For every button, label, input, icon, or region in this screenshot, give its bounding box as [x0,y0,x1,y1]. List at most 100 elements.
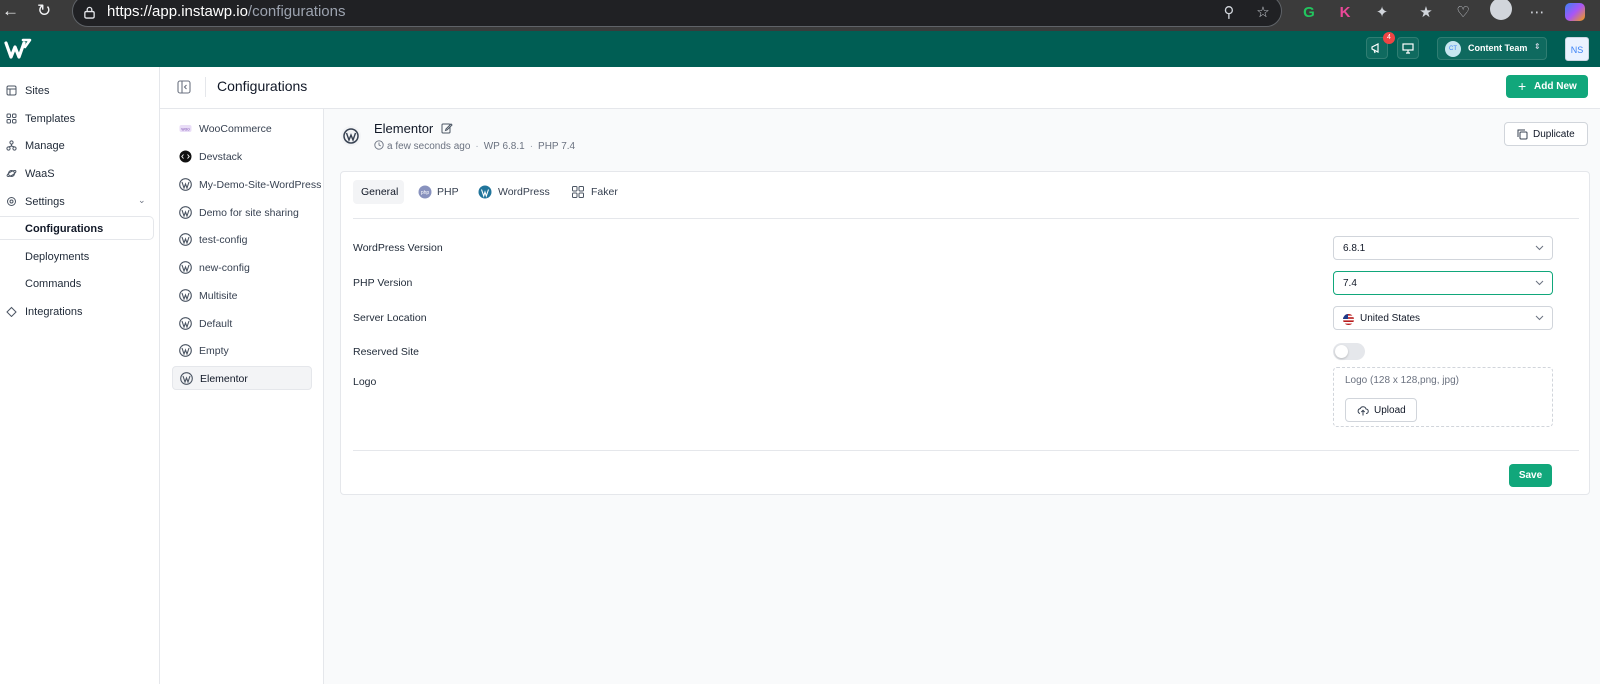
sidebar-item-commands[interactable]: Commands [0,272,154,296]
tab-general[interactable]: General [353,180,404,204]
sidebar-item-configurations[interactable]: Configurations [0,216,154,240]
lock-icon [84,6,95,19]
config-item-new-config[interactable]: new-config [172,256,312,280]
tab-php[interactable]: php PHP [418,180,463,204]
sidebar-item-sites[interactable]: Sites [0,79,154,103]
copilot-icon[interactable] [1565,3,1585,21]
presentation-icon [1402,43,1414,54]
chevron-down-icon [1535,245,1544,251]
config-item-woocommerce[interactable]: woo WooCommerce [172,117,312,141]
notification-badge: 4 [1383,32,1395,44]
announcements-button[interactable]: 4 [1366,32,1395,59]
config-item-default[interactable]: Default [172,312,312,336]
php-version-select[interactable]: 7.4 [1333,271,1553,295]
instawp-logo[interactable] [4,37,32,61]
browser-toolbar: ← ↻ https://app.instawp.io/configuration… [0,0,1600,31]
more-icon[interactable]: ⋯ [1527,3,1547,23]
svg-text:woo: woo [181,126,190,131]
chevron-updown-icon: ⇕ [1534,42,1541,51]
server-location-label: Server Location [353,312,427,324]
save-button[interactable]: Save [1509,464,1552,487]
app-header: 4 CT Content Team ⇕ NS [0,31,1600,67]
sidebar-item-deployments[interactable]: Deployments [0,245,154,269]
sidebar-item-waas[interactable]: WaaS [0,162,154,186]
wordpress-icon [179,233,192,246]
main-sidebar: Sites Templates Manage WaaS Settings ⌄ C… [0,67,160,684]
profile-icon[interactable] [1490,0,1512,20]
sidebar-item-templates[interactable]: Templates [0,107,154,131]
chevron-down-icon [1535,280,1544,286]
sidebar-item-integrations[interactable]: Integrations [0,300,154,324]
puzzle-icon[interactable]: ✦ [1372,3,1392,23]
divider [353,218,1579,219]
page-header: Configurations + Add New [160,67,1600,109]
settings-gear-icon [7,197,16,206]
configuration-detail: Elementor a few seconds ago · WP 6.8.1 · PHP… [324,109,1600,684]
star-icon[interactable]: ☆ [1253,3,1273,23]
presentation-button[interactable] [1397,37,1419,59]
php-icon: php [418,185,432,199]
health-icon[interactable]: ♡ [1453,3,1473,23]
back-arrow-icon[interactable]: ← [2,2,19,20]
wordpress-blue-icon [478,185,492,199]
cloud-upload-icon [1357,406,1369,416]
configuration-list: woo WooCommerce Devstack My-Demo-Site-Wo… [160,109,324,684]
grammarly-icon[interactable]: G [1299,3,1319,23]
chevron-down-icon [1535,315,1544,321]
integrations-icon [6,306,17,317]
team-switcher[interactable]: CT Content Team ⇕ [1437,37,1547,60]
wordpress-icon [180,372,193,385]
configuration-title: Elementor [374,121,434,136]
config-item-elementor[interactable]: Elementor [172,366,312,390]
wp-version-meta: WP 6.8.1 [483,141,525,152]
config-item-demo-sharing[interactable]: Demo for site sharing [172,201,312,225]
zoom-icon[interactable]: ⚲ [1219,3,1239,23]
logo-label: Logo [353,376,377,388]
sites-icon [6,85,17,96]
tab-wordpress[interactable]: WordPress [478,180,558,204]
wordpress-icon [179,178,192,191]
config-item-empty[interactable]: Empty [172,339,312,363]
sidebar-item-manage[interactable]: Manage [0,134,154,158]
chevron-down-icon: ⌄ [138,195,146,205]
logo-dropzone[interactable]: Logo (128 x 128,png, jpg) Upload [1333,367,1553,427]
duplicate-button[interactable]: Duplicate [1504,122,1588,146]
edit-icon[interactable] [441,122,453,134]
url-text: https://app.instawp.io/configurations [107,3,346,20]
clock-icon [374,140,384,150]
divider [205,77,206,97]
config-item-multisite[interactable]: Multisite [172,284,312,308]
add-new-button[interactable]: + Add New [1506,75,1588,98]
settings-card: General php PHP WordPress Faker WordPres… [340,171,1590,495]
wordpress-icon [179,317,192,330]
favorites-icon[interactable]: ★ [1416,3,1436,23]
extension-k-icon[interactable]: K [1335,3,1355,23]
manage-icon [6,140,17,151]
team-name: Content Team [1468,43,1528,53]
config-item-devstack[interactable]: Devstack [172,145,312,169]
config-item-my-demo-site[interactable]: My-Demo-Site-WordPress [172,173,321,197]
server-location-select[interactable]: United States [1333,306,1553,330]
config-item-test-config[interactable]: test-config [172,228,312,252]
team-avatar: CT [1445,41,1461,57]
wordpress-icon [179,344,192,357]
sidebar-item-settings[interactable]: Settings ⌄ [0,190,154,214]
php-version-label: PHP Version [353,277,413,289]
toggle-knob [1335,345,1348,358]
address-bar[interactable]: https://app.instawp.io/configurations [72,0,1282,27]
reserved-site-label: Reserved Site [353,346,419,358]
php-version-meta: PHP 7.4 [538,141,576,152]
wp-version-select[interactable]: 6.8.1 [1333,236,1553,260]
wordpress-icon [179,289,192,302]
wordpress-logo-icon [341,126,361,146]
waas-icon [6,170,17,177]
upload-button[interactable]: Upload [1345,398,1417,422]
reserved-site-toggle[interactable] [1333,343,1365,360]
reload-icon[interactable]: ↻ [37,2,51,20]
us-flag-icon [1343,314,1354,325]
configuration-meta: a few seconds ago · WP 6.8.1 · PHP 7.4 [374,140,575,152]
tab-faker[interactable]: Faker [571,180,621,204]
user-avatar[interactable]: NS [1565,37,1589,61]
logo-hint: Logo (128 x 128,png, jpg) [1345,375,1459,386]
sidebar-toggle-icon[interactable] [177,80,191,94]
